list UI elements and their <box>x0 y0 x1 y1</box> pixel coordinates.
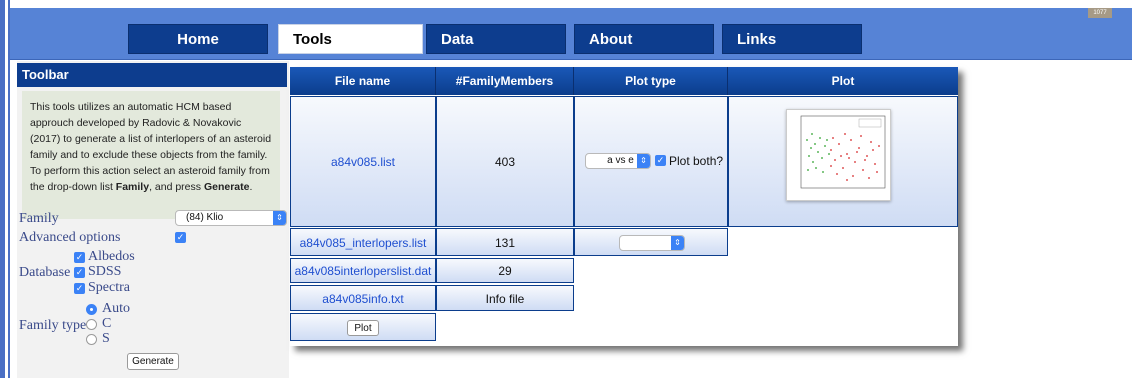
info-bold-family: Family <box>115 181 150 193</box>
table-row-members: 403 <box>436 96 574 227</box>
header-family-members: #FamilyMembers <box>436 67 574 95</box>
nav-data[interactable]: Data <box>426 24 566 54</box>
header-plot: Plot <box>728 67 958 95</box>
info-box: This tools utilizes an automatic HCM bas… <box>22 91 280 219</box>
chevron-updown-icon: ⇕ <box>671 236 684 250</box>
second-select[interactable]: ⇕ <box>619 235 685 251</box>
header-file-name: File name <box>290 67 436 95</box>
table-row-members: Info file <box>436 285 574 311</box>
info-text-2: , and press <box>149 181 204 193</box>
albedos-checkbox[interactable]: ✓ <box>74 252 85 263</box>
nav-home[interactable]: Home <box>128 24 268 54</box>
type-auto-label: Auto <box>102 301 130 316</box>
type-c-radio[interactable] <box>86 319 97 330</box>
type-auto-radio[interactable] <box>86 304 97 315</box>
type-s-label: S <box>102 331 110 346</box>
table-row-file: a84v085.list <box>290 96 436 227</box>
scatter-plot-image <box>800 115 886 189</box>
generate-button[interactable]: Generate <box>127 353 179 370</box>
type-s-radio[interactable] <box>86 334 97 345</box>
plot-button[interactable]: Plot <box>347 320 379 336</box>
header-plot-type: Plot type <box>574 67 728 95</box>
toolbar-title: Toolbar <box>17 63 287 87</box>
table-row-file: a84v085_interlopers.list <box>290 228 436 256</box>
advanced-options-checkbox[interactable]: ✓ <box>175 232 186 243</box>
sdss-checkbox[interactable]: ✓ <box>74 267 85 278</box>
info-text: This tools utilizes an automatic HCM bas… <box>30 101 272 193</box>
plot-both-label: Plot both? <box>669 154 724 168</box>
info-bold-generate: Generate <box>203 181 250 193</box>
file-link[interactable]: a84v085info.txt <box>322 292 403 306</box>
file-link[interactable]: a84v085interloperslist.dat <box>295 264 432 278</box>
family-select[interactable]: (84) Klio ⇕ <box>175 210 287 226</box>
file-link[interactable]: a84v085_interlopers.list <box>300 236 427 250</box>
info-text-3: . <box>249 181 253 193</box>
scatter-plot-thumbnail[interactable] <box>786 109 891 201</box>
plot-type-select[interactable]: a vs e ⇕ <box>585 153 651 169</box>
table-row-file: a84v085interloperslist.dat <box>290 258 436 283</box>
database-label: Database <box>19 265 71 280</box>
table-row-members: 131 <box>436 228 574 256</box>
spectra-checkbox[interactable]: ✓ <box>74 283 85 294</box>
file-link[interactable]: a84v085.list <box>331 155 395 169</box>
type-c-label: C <box>102 316 112 331</box>
plot-cell <box>728 96 958 227</box>
plot-both-checkbox[interactable]: ✓ <box>655 155 666 166</box>
nav-links[interactable]: Links <box>722 24 862 54</box>
chevron-updown-icon: ⇕ <box>637 154 650 168</box>
top-nav-bar: 1077 Home Tools Data About Links <box>10 8 1132 60</box>
family-select-value: (84) Klio <box>186 212 224 223</box>
second-select-cell: ⇕ <box>574 228 728 256</box>
plot-type-value: a vs e <box>607 155 634 166</box>
family-type-label: Family type <box>19 318 87 333</box>
left-border <box>0 0 5 378</box>
sdss-label: SDSS <box>88 264 122 279</box>
plot-type-cell: a vs e ⇕ ✓ Plot both? <box>574 96 728 227</box>
advanced-options-label: Advanced options <box>19 230 121 245</box>
plot-button-cell: Plot <box>290 313 436 341</box>
chevron-updown-icon: ⇕ <box>273 211 286 225</box>
nav-tools[interactable]: Tools <box>278 24 423 54</box>
spectra-label: Spectra <box>88 280 130 295</box>
nav-about[interactable]: About <box>574 24 714 54</box>
corner-badge: 1077 <box>1088 8 1112 18</box>
albedos-label: Albedos <box>88 249 135 264</box>
sidebar: Toolbar This tools utilizes an automatic… <box>17 61 289 378</box>
table-row-file: a84v085info.txt <box>290 285 436 311</box>
family-label: Family <box>19 211 59 226</box>
results-table: File name #FamilyMembers Plot type Plot … <box>290 67 958 346</box>
table-row-members: 29 <box>436 258 574 283</box>
